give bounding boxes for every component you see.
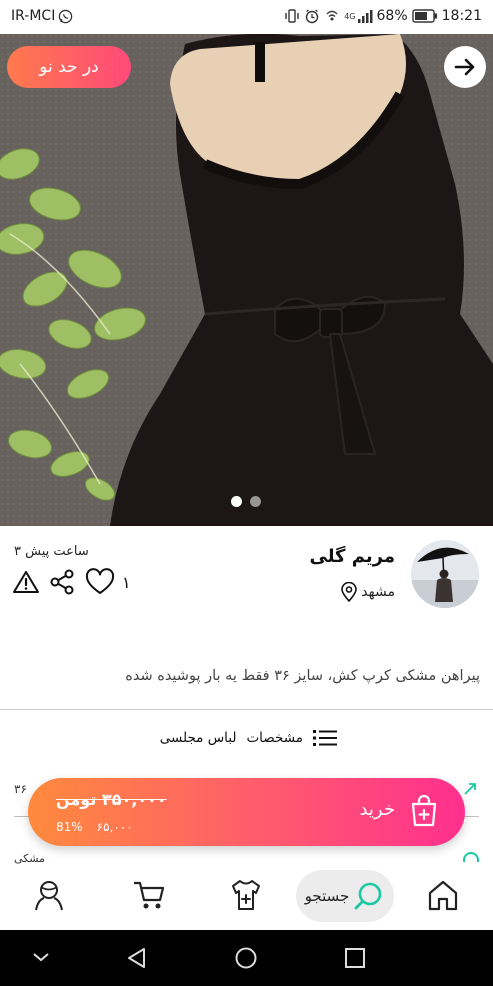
wifi-calling-icon [326,10,338,21]
discount-info: 81% ۶۵,۰۰۰ [56,820,133,834]
cart-icon[interactable] [132,878,166,912]
specs-header: مشخصات لباس مجلسی [160,728,337,748]
specs-title: مشخصات [246,730,303,746]
seller-location: مشهد [340,582,395,602]
status-bar: IR-MCI 4G 68% 18:21 [0,0,493,34]
search-label: جستجو [304,887,350,905]
condition-badge: در حد نو [7,46,131,88]
heart-icon[interactable] [84,568,116,596]
buy-button[interactable]: ۳۵۰,۰۰۰ تومن 81% ۶۵,۰۰۰ خرید [28,778,465,846]
posted-time: ۳ ساعت پیش [14,544,89,559]
home-icon[interactable] [426,878,460,912]
add-clothes-icon[interactable] [229,878,263,912]
search-tab[interactable]: جستجو [296,870,394,922]
like-count: ۱ [122,572,131,592]
whatsapp-icon [59,9,73,23]
product-photo [0,34,493,526]
product-category: لباس مجلسی [159,730,237,746]
profile-icon[interactable] [32,878,66,912]
expand-icon[interactable] [461,780,479,798]
avatar-image [411,540,479,608]
network-type: 4G [344,11,356,21]
chevron-down-icon[interactable] [31,949,51,965]
arrow-right-icon [454,58,475,76]
seller-section: مریم گلی مشهد ۳ ساعت پیش ۱ [0,526,493,636]
status-left: IR-MCI [11,8,73,24]
alarm-icon [306,9,319,24]
home-circle-icon[interactable] [234,946,258,970]
carrier-name: IR-MCI [11,8,56,24]
report-icon[interactable] [12,569,40,595]
status-right: 4G 68% 18:21 [284,8,482,24]
share-icon[interactable] [48,568,76,596]
signal-icon [357,9,373,23]
buy-label: خرید [359,799,395,820]
recents-square-icon[interactable] [344,947,366,969]
location-pin-icon [341,582,358,602]
seller-avatar[interactable] [411,540,479,608]
product-image-carousel[interactable]: در حد نو [0,34,493,526]
final-price: ۶۵,۰۰۰ [96,820,133,834]
battery-icon [411,9,437,23]
shopping-bag-add-icon [411,794,437,827]
post-actions: ۱ [12,568,131,596]
seller-city-name: مشهد [361,584,395,600]
spec-size-value: ۳۶ [14,782,27,796]
system-navigation-bar [0,930,493,986]
product-description: پیراهن مشکی کرپ کش، سایز ۳۶ فقط یه بار پ… [125,668,480,684]
list-icon [313,730,337,746]
carousel-dot-2[interactable] [250,496,261,507]
original-price: ۳۵۰,۰۰۰ تومن [56,790,167,809]
back-triangle-icon[interactable] [125,946,149,970]
search-icon [354,882,382,910]
divider [0,709,493,710]
carousel-dot-1[interactable] [231,496,242,507]
carousel-indicator [231,496,261,507]
vibrate-icon [285,9,299,23]
clock: 18:21 [441,8,482,24]
discount-percent: 81% [56,820,83,834]
battery-percent: 68% [376,8,408,24]
color-swatch-icon [463,852,479,862]
seller-name[interactable]: مریم گلی [309,546,395,567]
back-button[interactable] [444,46,486,88]
bottom-navigation: جستجو [0,864,493,930]
